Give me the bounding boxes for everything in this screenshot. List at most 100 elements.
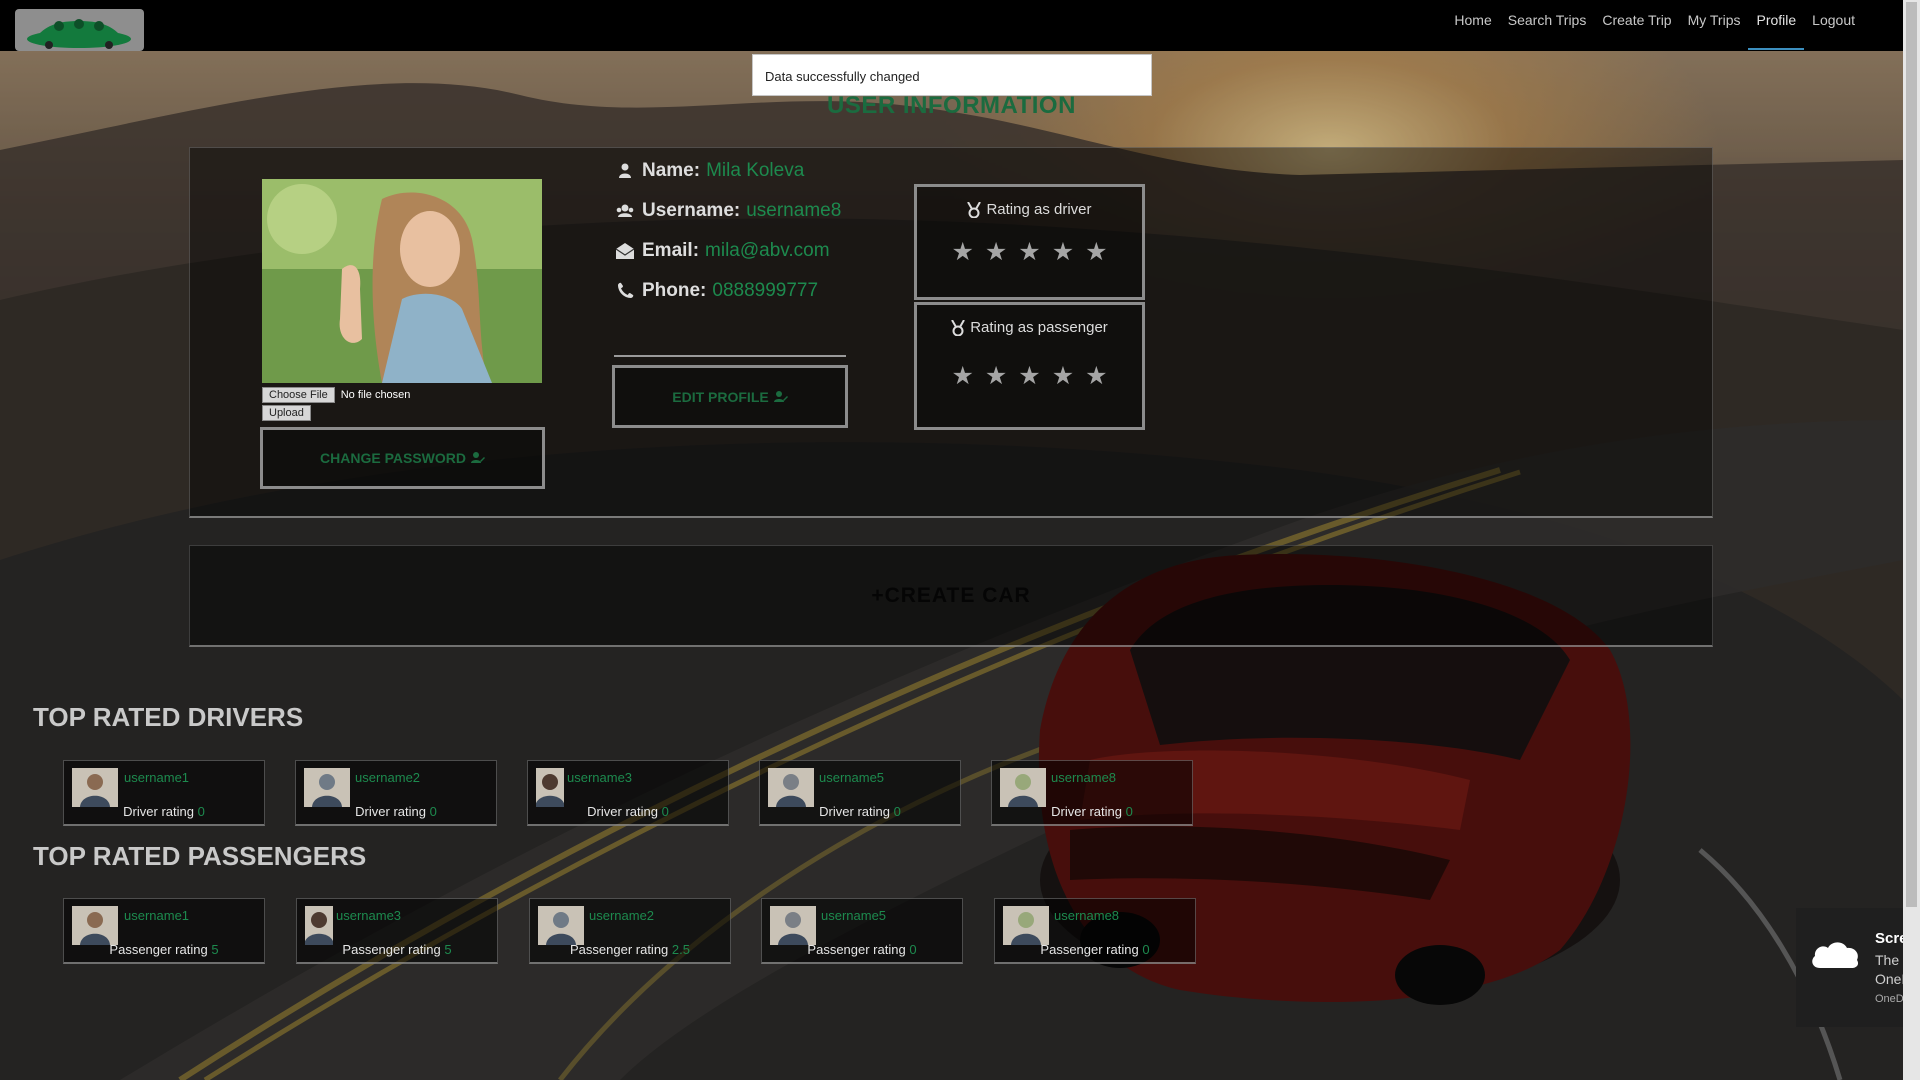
nav-profile[interactable]: Profile: [1748, 0, 1804, 51]
email-value: mila@abv.com: [705, 240, 830, 261]
nav-home[interactable]: Home: [1446, 0, 1499, 51]
card-rating-label: Driver rating: [355, 804, 430, 819]
card-username[interactable]: username8: [1051, 770, 1116, 785]
star-icon[interactable]: ★: [951, 237, 973, 267]
driver-rating-box: Rating as driver ★ ★ ★ ★ ★: [914, 184, 1145, 300]
star-icon[interactable]: ★: [1018, 361, 1040, 391]
star-icon[interactable]: ★: [1085, 361, 1107, 391]
info-divider: [614, 355, 846, 357]
change-password-button[interactable]: CHANGE PASSWORD: [260, 427, 545, 489]
star-icon[interactable]: ★: [1052, 237, 1074, 267]
top-passengers-title: TOP RATED PASSENGERS: [33, 841, 367, 871]
passenger-card[interactable]: username1 Passenger rating 5: [63, 898, 265, 964]
card-rating-label: Passenger rating: [342, 942, 445, 957]
passenger-star-rating[interactable]: ★ ★ ★ ★ ★: [917, 361, 1142, 391]
card-username[interactable]: username2: [589, 908, 654, 923]
site-logo[interactable]: [15, 9, 144, 51]
nav-search-trips[interactable]: Search Trips: [1500, 0, 1595, 51]
card-rating-value: 0: [1142, 942, 1150, 957]
user-avatar: [72, 768, 118, 807]
card-username[interactable]: username5: [821, 908, 886, 923]
passenger-rating-box: Rating as passenger ★ ★ ★ ★ ★: [914, 302, 1145, 430]
star-icon[interactable]: ★: [1085, 237, 1107, 267]
cloud-icon: [1812, 942, 1859, 968]
success-alert: Data successfully changed: [752, 54, 1152, 96]
card-rating-label: Passenger rating: [1040, 942, 1143, 957]
card-username[interactable]: username3: [336, 908, 401, 923]
edit-profile-button[interactable]: EDIT PROFILE: [612, 365, 848, 428]
card-rating: Passenger rating 5: [64, 942, 264, 957]
medal-icon: [951, 319, 966, 336]
card-username[interactable]: username3: [567, 770, 632, 785]
card-rating-label: Passenger rating: [807, 942, 910, 957]
card-username[interactable]: username1: [124, 908, 189, 923]
card-rating-value: 0: [1125, 804, 1133, 819]
star-icon[interactable]: ★: [985, 237, 1007, 267]
star-icon[interactable]: ★: [985, 361, 1007, 391]
user-avatar: [538, 906, 584, 945]
card-rating-value: 0: [429, 804, 437, 819]
passenger-rating-label: Rating as passenger: [970, 319, 1108, 336]
users-icon: [614, 201, 636, 221]
driver-card[interactable]: username3 Driver rating 0: [527, 760, 729, 826]
name-value: Mila Koleva: [706, 160, 805, 181]
profile-photo: [262, 179, 542, 383]
upload-button[interactable]: Upload: [262, 405, 311, 421]
edit-profile-label: EDIT PROFILE: [672, 388, 769, 405]
nav-logout[interactable]: Logout: [1804, 0, 1863, 51]
email-row: Email: mila@abv.com: [614, 240, 830, 262]
driver-rating-label: Rating as driver: [986, 201, 1092, 218]
user-icon: [614, 161, 636, 181]
star-icon[interactable]: ★: [1018, 237, 1040, 267]
choose-file-button[interactable]: Choose File: [262, 387, 335, 403]
user-avatar: [536, 768, 564, 807]
file-status-text: No file chosen: [340, 389, 411, 401]
phone-value: 0888999777: [712, 280, 819, 301]
driver-rating-title: Rating as driver: [917, 201, 1142, 218]
card-rating-label: Driver rating: [587, 804, 662, 819]
card-rating-label: Driver rating: [819, 804, 894, 819]
user-avatar: [1003, 906, 1049, 945]
passenger-card[interactable]: username2 Passenger rating 2.5: [529, 898, 731, 964]
card-rating: Driver rating 0: [992, 804, 1192, 819]
driver-card[interactable]: username2 Driver rating 0: [295, 760, 497, 826]
user-avatar: [305, 906, 333, 945]
driver-card[interactable]: username8 Driver rating 0: [991, 760, 1193, 826]
card-username[interactable]: username5: [819, 770, 884, 785]
car-logo-icon: [27, 19, 131, 49]
card-rating-value: 5: [444, 942, 452, 957]
passenger-card[interactable]: username5 Passenger rating 0: [761, 898, 963, 964]
card-rating-label: Driver rating: [1051, 804, 1126, 819]
card-username[interactable]: username2: [355, 770, 420, 785]
star-icon[interactable]: ★: [951, 361, 973, 391]
driver-card[interactable]: username1 Driver rating 0: [63, 760, 265, 826]
passenger-card[interactable]: username3 Passenger rating 5: [296, 898, 498, 964]
user-avatar: [304, 768, 350, 807]
username-value: username8: [746, 200, 842, 221]
nav-menu: Home Search Trips Create Trip My Trips P…: [1446, 0, 1863, 51]
user-avatar: [72, 906, 118, 945]
medal-icon: [967, 201, 982, 218]
user-avatar: [770, 906, 816, 945]
phone-icon: [614, 281, 636, 301]
card-rating-value: 2.5: [671, 942, 690, 957]
star-icon[interactable]: ★: [1052, 361, 1074, 391]
card-rating-value: 5: [211, 942, 219, 957]
driver-star-rating[interactable]: ★ ★ ★ ★ ★: [917, 237, 1142, 267]
card-rating-value: 0: [197, 804, 205, 819]
card-username[interactable]: username1: [124, 770, 189, 785]
scrollbar-thumb[interactable]: [1906, 2, 1917, 907]
page-scrollbar[interactable]: [1903, 0, 1920, 1080]
driver-card[interactable]: username5 Driver rating 0: [759, 760, 961, 826]
onedrive-notification[interactable]: Screen The sc OneDr OneDriv: [1796, 908, 1920, 1027]
create-car-button[interactable]: +CREATE CAR: [189, 545, 1713, 647]
profile-photo-image: [262, 179, 542, 383]
phone-row: Phone: 0888999777: [614, 280, 818, 302]
card-rating: Driver rating 0: [528, 804, 728, 819]
nav-my-trips[interactable]: My Trips: [1680, 0, 1749, 51]
card-rating-value: 0: [893, 804, 901, 819]
card-rating: Driver rating 0: [760, 804, 960, 819]
passenger-card[interactable]: username8 Passenger rating 0: [994, 898, 1196, 964]
nav-create-trip[interactable]: Create Trip: [1594, 0, 1679, 51]
card-username[interactable]: username8: [1054, 908, 1119, 923]
